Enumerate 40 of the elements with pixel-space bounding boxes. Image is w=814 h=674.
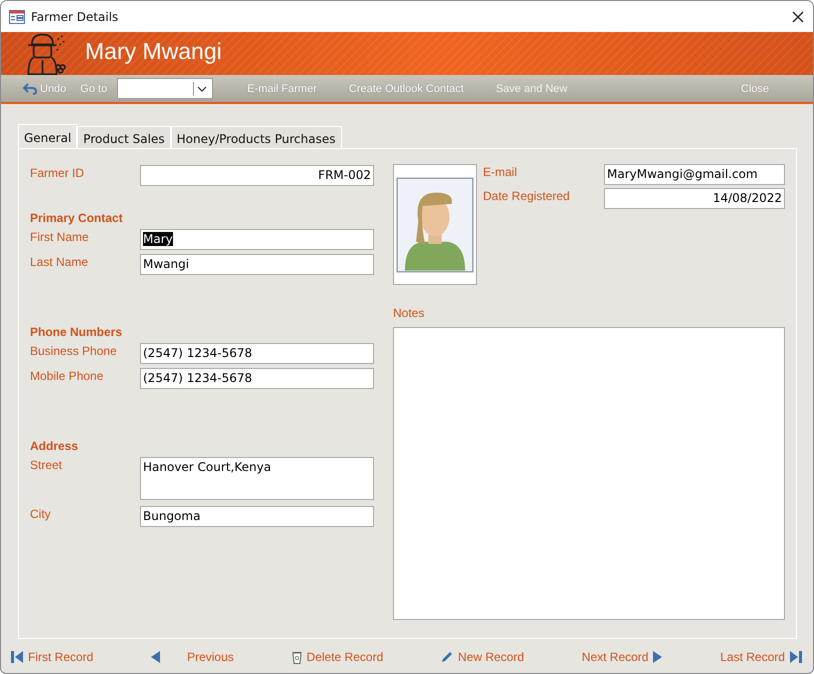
notes-label: Notes	[393, 305, 426, 320]
field-label: Street	[30, 457, 64, 474]
field-label: Farmer ID	[30, 165, 85, 182]
trash-icon	[292, 650, 302, 664]
section-heading: Primary Contact	[30, 211, 124, 225]
field-label: Date Registered	[483, 188, 571, 205]
avatar-icon	[396, 176, 474, 272]
text-field[interactable]: (2547) 1234-5678	[140, 368, 374, 389]
previous-icon	[151, 651, 160, 663]
pencil-icon	[441, 651, 453, 663]
close-icon	[792, 10, 804, 22]
text-field[interactable]: Mwangi	[140, 254, 374, 275]
window-title: Farmer Details	[31, 10, 118, 24]
text-field[interactable]: (2547) 1234-5678	[140, 343, 374, 364]
text-field[interactable]: Mary	[140, 229, 374, 250]
first-record-icon	[11, 651, 23, 663]
text-field[interactable]: Bungoma	[140, 506, 374, 527]
text-field[interactable]: 14/08/2022	[604, 188, 785, 209]
notes-field[interactable]	[393, 327, 785, 620]
tab[interactable]: General	[18, 124, 78, 148]
undo-icon	[23, 82, 37, 94]
field-label: Mobile Phone	[30, 368, 104, 385]
text-field[interactable]: MaryMwangi@gmail.com	[604, 164, 785, 185]
text-field[interactable]: FRM-002	[140, 165, 374, 186]
tab[interactable]: Product Sales	[77, 126, 171, 148]
go-to-label: Go to	[80, 82, 108, 94]
field-label: First Name	[30, 229, 90, 246]
next-icon	[653, 651, 662, 663]
field-label: City	[30, 506, 52, 523]
section-heading: Address	[30, 439, 80, 453]
farmer-name: Mary Mwangi	[85, 38, 222, 65]
form-icon	[9, 10, 25, 24]
field-label: Business Phone	[30, 343, 118, 360]
field-label: Last Name	[30, 254, 90, 271]
go-to-dropdown[interactable]	[117, 78, 214, 99]
section-heading: Phone Numbers	[30, 325, 124, 339]
last-record-icon	[790, 651, 802, 663]
text-field[interactable]: Hanover Court,Kenya	[140, 457, 374, 500]
tab[interactable]: Honey/Products Purchases	[170, 126, 342, 148]
field-label: E-mail	[483, 164, 518, 181]
